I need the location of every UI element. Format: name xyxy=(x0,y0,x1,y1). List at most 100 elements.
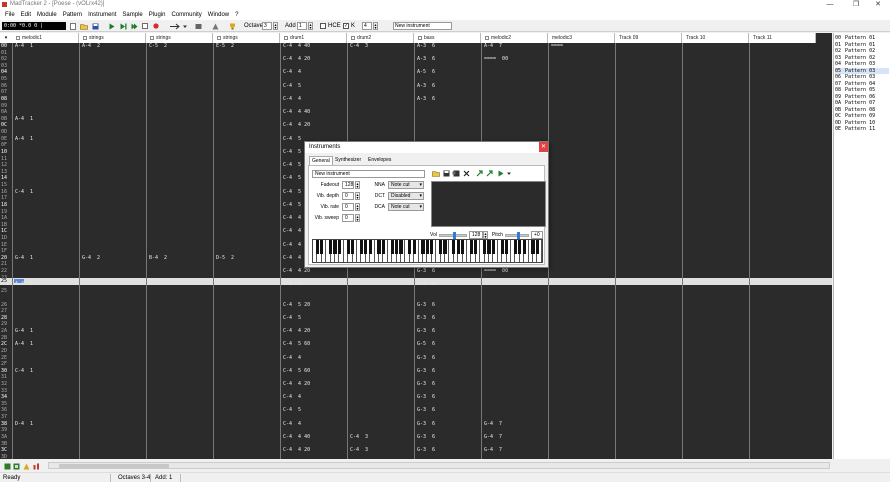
note-cell[interactable]: C-4 5 xyxy=(283,407,301,413)
note-cell[interactable]: G-5 6 xyxy=(417,341,435,347)
vib-rate-field[interactable]: 0 xyxy=(342,203,354,211)
piano-black-key[interactable] xyxy=(346,240,350,254)
track-mute-checkbox[interactable] xyxy=(485,35,489,40)
piano-black-key[interactable] xyxy=(390,240,394,254)
menu-community[interactable]: Community xyxy=(168,10,204,20)
menu-sample[interactable]: Sample xyxy=(119,10,145,20)
note-cell[interactable]: G-3 6 xyxy=(417,381,435,387)
instrument-view-icon[interactable] xyxy=(22,462,30,470)
piano-black-key[interactable] xyxy=(315,240,319,254)
pitch-slider[interactable] xyxy=(505,232,529,239)
piano-black-key[interactable] xyxy=(531,240,535,254)
horizontal-scrollbar[interactable] xyxy=(48,462,830,469)
trophy-icon[interactable] xyxy=(228,22,236,30)
piano-black-key[interactable] xyxy=(452,240,456,254)
track-mute-checkbox[interactable] xyxy=(150,35,154,40)
track-mute-checkbox[interactable] xyxy=(351,35,355,40)
note-cell[interactable]: G-4 2 xyxy=(82,255,100,261)
mixer-view-icon[interactable] xyxy=(32,462,40,470)
pattern-order-item[interactable]: 0A Pattern 07 xyxy=(835,100,889,106)
note-cell[interactable]: C-4 5 xyxy=(283,175,301,181)
note-cell[interactable]: C-4 4 40 xyxy=(283,43,310,49)
volume-slider[interactable] xyxy=(439,232,467,239)
play-icon[interactable] xyxy=(108,22,116,30)
piano-black-key[interactable] xyxy=(399,240,403,254)
pitch-field[interactable]: +0 xyxy=(531,231,543,239)
tab-general[interactable]: General xyxy=(309,156,333,165)
pattern-order-item[interactable]: 0B Pattern 08 xyxy=(835,107,889,113)
octave-spinner[interactable]: ▴ ▾ xyxy=(273,22,278,30)
track-view-icon[interactable] xyxy=(3,462,11,470)
vib-sweep-field[interactable]: 0 xyxy=(342,214,354,222)
menu-pattern[interactable]: Pattern xyxy=(60,10,85,20)
piano-black-key[interactable] xyxy=(439,240,443,254)
piano-black-key[interactable] xyxy=(381,240,385,254)
note-cell[interactable]: C-4 5 20 xyxy=(283,302,310,308)
pitch-slider-knob[interactable] xyxy=(516,232,520,239)
note-cell[interactable]: A-4 1 xyxy=(15,136,33,142)
octave-field[interactable]: 3 xyxy=(262,22,272,30)
piano-black-key[interactable] xyxy=(469,240,473,254)
track-mute-checkbox[interactable] xyxy=(418,35,422,40)
volume-spinner[interactable]: ▴ ▾ xyxy=(483,231,488,239)
piano-black-key[interactable] xyxy=(320,240,324,254)
pattern-order-item[interactable]: 04 Pattern 03 xyxy=(835,61,889,67)
instrument-name-field[interactable]: New instrument xyxy=(393,22,452,30)
fadeout-field[interactable]: 128 xyxy=(342,181,354,189)
vib-sweep-spinner[interactable]: ▴ ▾ xyxy=(355,214,360,222)
track-header[interactable]: strings xyxy=(213,33,280,43)
track-mute-checkbox[interactable] xyxy=(284,35,288,40)
piano-black-key[interactable] xyxy=(368,240,372,254)
piano-black-key[interactable] xyxy=(500,240,504,254)
tab-synthesizer[interactable]: Synthesizer xyxy=(333,156,363,165)
note-cell[interactable]: C-4 3 xyxy=(350,43,368,49)
note-cell[interactable]: G-3 6 xyxy=(417,407,435,413)
track-column[interactable]: A-4 1 A-4 1 A-4 1 C-4 1 G-4 1 A-4 1 G-4 1 A-4 1… xyxy=(12,43,79,459)
note-cell[interactable]: C-4 5 xyxy=(283,189,301,195)
note-cell[interactable]: A-4 2 xyxy=(82,43,100,49)
piano-black-key[interactable] xyxy=(351,240,355,254)
note-cell[interactable]: C-4 1 xyxy=(15,189,33,195)
note-cell[interactable]: C-4 4 20 xyxy=(283,447,310,453)
piano-black-key[interactable] xyxy=(337,240,341,254)
note-cell[interactable]: G-4 1 xyxy=(15,255,33,261)
note-cell[interactable]: C-4 5 xyxy=(283,136,301,142)
track-column[interactable] xyxy=(615,43,682,459)
track-header[interactable]: Track 09 xyxy=(615,33,682,43)
track-column[interactable]: E-5 2 D-5 2 xyxy=(213,43,280,459)
tab-envelopes[interactable]: Envelopes xyxy=(366,156,393,165)
track-mute-checkbox[interactable] xyxy=(217,35,221,40)
note-cell[interactable]: C-4 3 xyxy=(350,447,368,453)
menu-instrument[interactable]: Instrument xyxy=(85,10,119,20)
note-cell[interactable]: C-4 4 xyxy=(283,281,301,287)
save-icon[interactable] xyxy=(91,22,99,30)
note-cell[interactable]: C-4 4 xyxy=(283,215,301,221)
track-header[interactable]: strings xyxy=(79,33,146,43)
record-icon[interactable] xyxy=(152,22,160,30)
note-cell[interactable]: C-4 4 20 xyxy=(283,268,310,274)
note-cell[interactable]: G-4 7 xyxy=(484,421,502,427)
save-all-icon[interactable] xyxy=(452,170,460,178)
vib-rate-spinner[interactable]: ▴ ▾ xyxy=(355,203,360,211)
note-cell[interactable]: C-4 4 20 xyxy=(283,381,310,387)
note-cell[interactable]: A-3 6 xyxy=(417,83,435,89)
note-cell[interactable]: C-4 5 xyxy=(283,83,301,89)
piano-black-key[interactable] xyxy=(408,240,412,254)
piano-black-key[interactable] xyxy=(491,240,495,254)
close-button[interactable]: ✕ xyxy=(866,0,890,10)
nna-select[interactable]: Note cut xyxy=(388,181,424,189)
note-cell[interactable]: C-4 4 40 xyxy=(283,109,310,115)
note-cell[interactable]: C-4 4 20 xyxy=(283,56,310,62)
piano-black-key[interactable] xyxy=(505,240,509,254)
pattern-order-item[interactable]: 00 Pattern 01 xyxy=(835,35,889,41)
menu-window[interactable]: Window xyxy=(205,10,232,20)
note-cell[interactable]: G-3 6 xyxy=(417,328,435,334)
import-instrument-icon[interactable] xyxy=(475,170,483,178)
maximize-button[interactable]: ❐ xyxy=(844,0,868,10)
note-cell[interactable]: G-3 6 xyxy=(417,302,435,308)
add-field[interactable]: 1 xyxy=(297,22,307,30)
menu-plugin[interactable]: Plugin xyxy=(146,10,169,20)
piano-black-key[interactable] xyxy=(483,240,487,254)
metronome-icon[interactable] xyxy=(211,22,219,30)
piano-black-key[interactable] xyxy=(412,240,416,254)
